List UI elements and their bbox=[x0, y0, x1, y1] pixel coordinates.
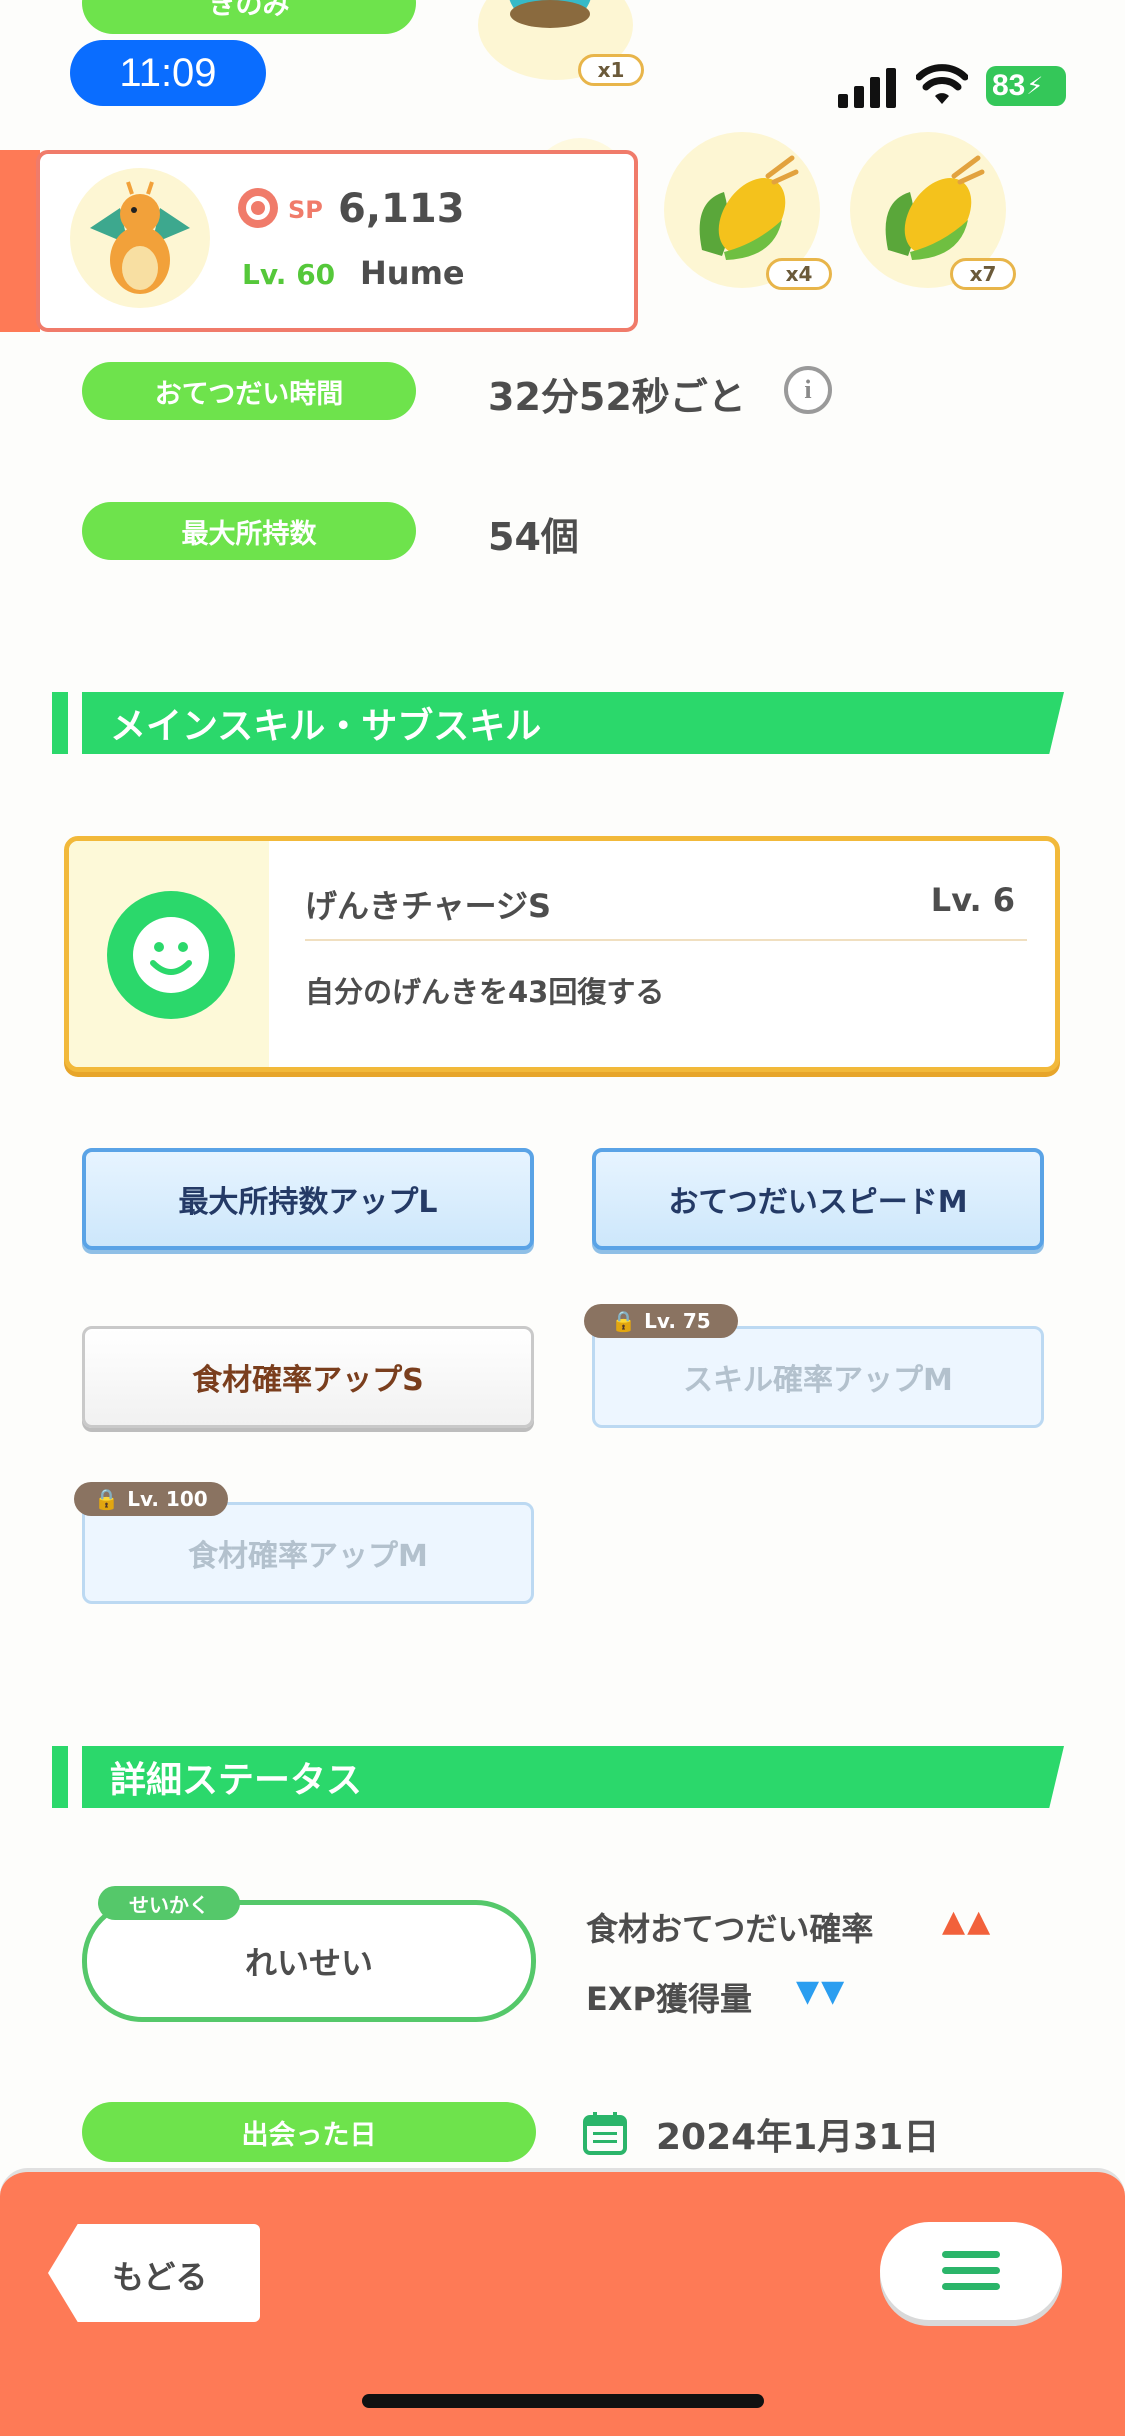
subskill-ingredient-finder-s[interactable]: 食材確率アップS bbox=[82, 1326, 534, 1428]
clock-time: 11:09 bbox=[119, 50, 217, 95]
berry-label-text: きのみ bbox=[208, 0, 290, 21]
sp-icon bbox=[238, 188, 278, 228]
signal-icon bbox=[838, 66, 900, 112]
back-button[interactable]: もどる bbox=[48, 2224, 260, 2328]
main-skill-name: げんきチャージS bbox=[305, 887, 552, 925]
details-section-title: 詳細ステータス bbox=[110, 1760, 363, 1801]
pokemon-level: Lv. 60 bbox=[242, 258, 336, 291]
met-date-value: 2024年1月31日 bbox=[656, 2117, 940, 2158]
time-pill: 11:09 bbox=[70, 40, 266, 106]
berry-label-partial: きのみ bbox=[82, 0, 416, 34]
hamburger-menu-icon bbox=[942, 2251, 1000, 2290]
lock-icon: 🔒 bbox=[611, 1309, 637, 1333]
ingredient-count-1: x4 bbox=[766, 258, 832, 290]
ingredient-count-2: x7 bbox=[950, 258, 1016, 290]
details-section-header: 詳細ステータス bbox=[52, 1746, 1064, 1808]
dragonite-icon bbox=[90, 181, 190, 294]
nature-value: れいせい bbox=[244, 1944, 373, 1982]
home-indicator bbox=[362, 2394, 764, 2408]
pokemon-avatar bbox=[70, 168, 210, 308]
sp-value: 6,113 bbox=[338, 186, 465, 232]
lock-tag-lv100: 🔒 Lv. 100 bbox=[74, 1482, 228, 1516]
card-accent-bar bbox=[0, 150, 40, 332]
info-icon[interactable]: i bbox=[784, 366, 832, 414]
menu-button[interactable] bbox=[880, 2222, 1062, 2320]
sp-label: SP bbox=[288, 196, 323, 224]
main-skill-level: Lv. 6 bbox=[930, 881, 1015, 919]
pokemon-name: Hume bbox=[360, 254, 465, 292]
lock-tag-lv75: 🔒 Lv. 75 bbox=[584, 1304, 738, 1338]
battery-icon: 83 ⚡ bbox=[986, 66, 1066, 106]
skills-section-title: メインスキル・サブスキル bbox=[110, 706, 542, 747]
nature-effect-down-arrows: ▼▼ bbox=[796, 1974, 847, 2009]
nature-effect-down-label: EXP獲得量 bbox=[586, 1980, 752, 2018]
pokemon-card[interactable]: SP 6,113 Lv. 60 Hume bbox=[0, 150, 638, 332]
charging-bolt-icon: ⚡ bbox=[1026, 72, 1044, 100]
main-skill-divider bbox=[305, 939, 1027, 941]
calendar-icon bbox=[582, 2110, 628, 2160]
berry-count-1: x1 bbox=[578, 54, 644, 86]
back-button-label: もどる bbox=[112, 2258, 208, 2296]
help-time-value: 32分52秒ごと bbox=[488, 375, 746, 419]
lock-icon: 🔒 bbox=[94, 1487, 120, 1511]
wifi-icon bbox=[915, 64, 969, 110]
main-skill-card[interactable]: げんきチャージS Lv. 6 自分のげんきを43回復する bbox=[64, 836, 1060, 1072]
subskill-skill-trigger-m-locked[interactable]: スキル確率アップM bbox=[592, 1326, 1044, 1428]
nature-tag: せいかく bbox=[98, 1886, 240, 1920]
max-carry-value: 54個 bbox=[488, 515, 579, 559]
nature-effect-up-arrows: ▲▲ bbox=[942, 1904, 993, 1939]
skills-section-header: メインスキル・サブスキル bbox=[52, 692, 1064, 754]
smile-icon bbox=[107, 891, 235, 1019]
subskill-help-speed-m[interactable]: おてつだいスピードM bbox=[592, 1148, 1044, 1250]
max-carry-label: 最大所持数 bbox=[82, 502, 416, 560]
subskill-ingredient-finder-m-locked[interactable]: 食材確率アップM bbox=[82, 1502, 534, 1604]
subskill-max-carry-up-l[interactable]: 最大所持数アップL bbox=[82, 1148, 534, 1250]
nature-effect-up-label: 食材おてつだい確率 bbox=[586, 1910, 874, 1948]
main-skill-description: 自分のげんきを43回復する bbox=[305, 975, 665, 1009]
help-time-label: おてつだい時間 bbox=[82, 362, 416, 420]
met-date-label: 出会った日 bbox=[82, 2102, 536, 2162]
